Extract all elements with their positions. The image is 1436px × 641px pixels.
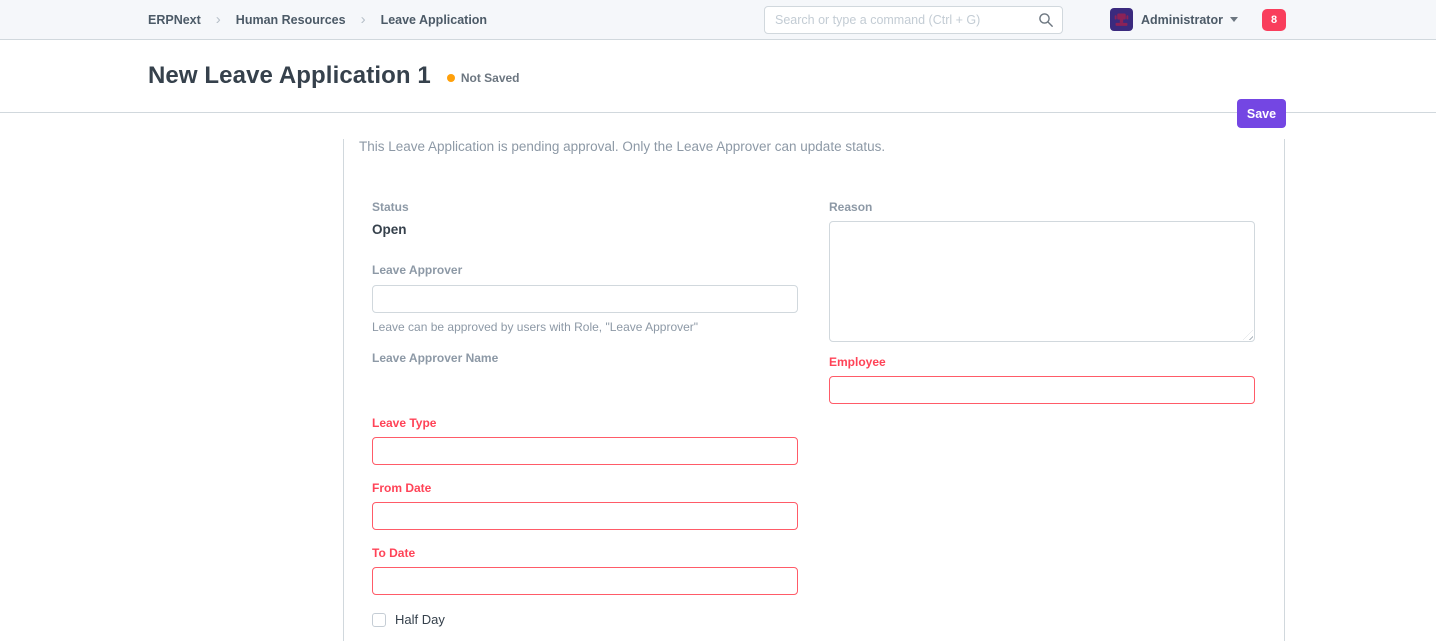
leave-type-input[interactable] bbox=[372, 437, 798, 465]
leave-approver-label: Leave Approver bbox=[372, 264, 798, 276]
breadcrumb: ERPNext › Human Resources › Leave Applic… bbox=[148, 0, 487, 39]
from-date-input[interactable] bbox=[372, 502, 798, 530]
status-value: Open bbox=[372, 222, 798, 237]
field-leave-type: Leave Type bbox=[372, 417, 798, 465]
user-menu[interactable]: Administrator bbox=[1110, 0, 1238, 39]
avatar bbox=[1110, 8, 1133, 31]
half-day-label: Half Day bbox=[395, 612, 445, 627]
search-input[interactable] bbox=[764, 6, 1063, 34]
breadcrumb-item-erpnext[interactable]: ERPNext bbox=[148, 13, 201, 27]
navbar: ERPNext › Human Resources › Leave Applic… bbox=[0, 0, 1436, 40]
page-title: New Leave Application 1 bbox=[148, 62, 431, 90]
chevron-right-icon: › bbox=[361, 12, 366, 27]
chevron-down-icon bbox=[1230, 17, 1238, 22]
reason-textarea[interactable] bbox=[829, 221, 1255, 342]
field-employee: Employee bbox=[829, 356, 1255, 404]
half-day-checkbox[interactable] bbox=[372, 613, 386, 627]
global-search bbox=[764, 6, 1063, 34]
form-area: This Leave Application is pending approv… bbox=[343, 139, 1285, 641]
notification-badge[interactable]: 8 bbox=[1262, 9, 1286, 31]
form-column-right: Reason Employee bbox=[829, 201, 1255, 627]
user-name: Administrator bbox=[1141, 13, 1223, 27]
leave-approver-help: Leave can be approved by users with Role… bbox=[372, 320, 798, 334]
search-icon bbox=[1038, 12, 1054, 28]
field-status: Status Open bbox=[372, 201, 798, 237]
robot-avatar-icon bbox=[1113, 11, 1130, 28]
not-saved-label: Not Saved bbox=[461, 71, 520, 85]
reason-label: Reason bbox=[829, 201, 1255, 213]
chevron-right-icon: › bbox=[216, 12, 221, 27]
field-half-day[interactable]: Half Day bbox=[372, 612, 798, 627]
to-date-label: To Date bbox=[372, 547, 798, 559]
field-reason: Reason bbox=[829, 201, 1255, 342]
field-from-date: From Date bbox=[372, 482, 798, 530]
field-leave-approver: Leave Approver Leave can be approved by … bbox=[372, 264, 798, 334]
field-leave-approver-name: Leave Approver Name bbox=[372, 352, 798, 417]
save-button[interactable]: Save bbox=[1237, 99, 1286, 128]
employee-input[interactable] bbox=[829, 376, 1255, 404]
from-date-label: From Date bbox=[372, 482, 798, 494]
status-indicator: Not Saved bbox=[447, 71, 520, 85]
page-head: New Leave Application 1 Not Saved Save bbox=[0, 40, 1436, 113]
to-date-input[interactable] bbox=[372, 567, 798, 595]
form-message: This Leave Application is pending approv… bbox=[359, 139, 1269, 154]
leave-type-label: Leave Type bbox=[372, 417, 798, 429]
form-column-left: Status Open Leave Approver Leave can be … bbox=[372, 201, 798, 627]
breadcrumb-item-leave-application[interactable]: Leave Application bbox=[381, 13, 488, 27]
leave-approver-name-label: Leave Approver Name bbox=[372, 352, 798, 364]
leave-approver-input[interactable] bbox=[372, 285, 798, 313]
form-grid: Status Open Leave Approver Leave can be … bbox=[344, 201, 1284, 627]
status-label: Status bbox=[372, 201, 798, 213]
not-saved-dot-icon bbox=[447, 74, 455, 82]
breadcrumb-item-human-resources[interactable]: Human Resources bbox=[236, 13, 346, 27]
employee-label: Employee bbox=[829, 356, 1255, 368]
field-to-date: To Date bbox=[372, 547, 798, 595]
